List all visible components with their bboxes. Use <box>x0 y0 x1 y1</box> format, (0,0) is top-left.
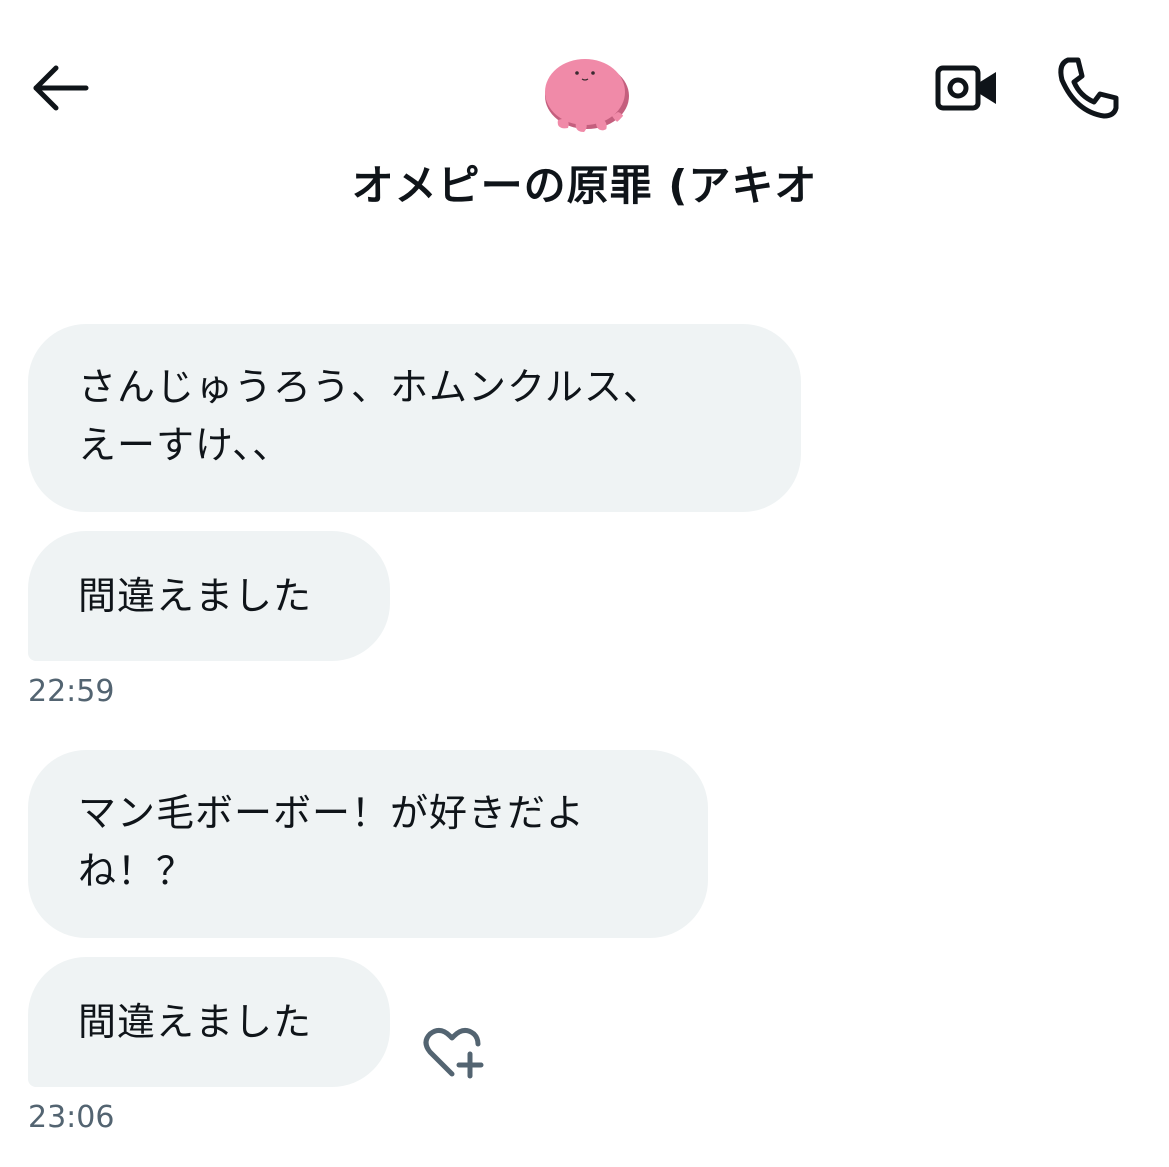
message-bubble[interactable]: マン毛ボーボー！が好きだよ ね！？ <box>28 750 708 938</box>
heart-plus-icon <box>423 1028 484 1079</box>
message-text-line: ね！？ <box>78 849 196 893</box>
message-bubble[interactable]: 間違えました <box>28 957 390 1087</box>
avatar[interactable] <box>536 36 634 134</box>
contact-name[interactable]: オメピーの原罪 (アキオ <box>0 156 1169 216</box>
message-timestamp: 22:59 <box>28 674 115 709</box>
octopus-avatar-icon <box>545 59 629 132</box>
add-reaction-button[interactable] <box>418 1020 490 1084</box>
video-camera-icon <box>935 65 996 111</box>
message-text-line: えーすけ、、 <box>78 423 292 467</box>
voice-call-button[interactable] <box>1046 50 1126 124</box>
phone-icon <box>1058 57 1119 119</box>
video-call-button[interactable] <box>928 56 1004 120</box>
message-timestamp: 23:06 <box>28 1100 115 1135</box>
back-button[interactable] <box>26 56 98 120</box>
conversation-header: オメピーの原罪 (アキオ <box>0 0 1169 240</box>
arrow-left-icon <box>33 65 89 111</box>
message-text-line: マン毛ボーボー！が好きだよ <box>78 791 586 835</box>
message-text-line: さんじゅうろう、ホムンクルス、 <box>78 365 662 409</box>
message-bubble[interactable]: 間違えました <box>28 531 390 661</box>
message-text-line: 間違えました <box>78 574 313 618</box>
message-text-line: 間違えました <box>78 1000 313 1044</box>
message-bubble[interactable]: さんじゅうろう、ホムンクルス、 えーすけ、、 <box>28 324 801 512</box>
